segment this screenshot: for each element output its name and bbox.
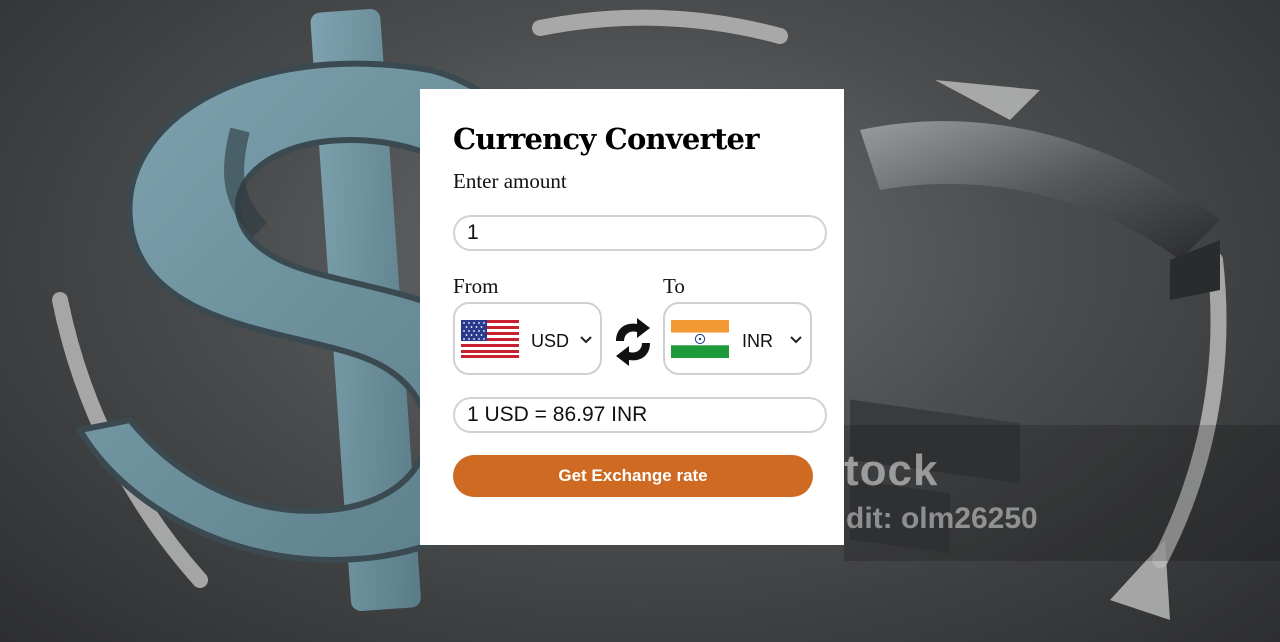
india-flag-icon — [671, 320, 729, 358]
exchange-result: 1 USD = 86.97 INR — [453, 397, 827, 433]
watermark-credit: dit: olm26250 — [846, 502, 1038, 535]
currency-selector-row: From To USD INR — [453, 271, 812, 375]
amount-label: Enter amount — [453, 169, 567, 193]
converter-card: Currency Converter Enter amount From To — [420, 89, 844, 545]
from-label: From — [453, 274, 499, 298]
from-currency-select[interactable]: USD — [453, 302, 602, 375]
page-title: Currency Converter — [453, 122, 759, 156]
amount-input[interactable] — [453, 215, 827, 251]
from-currency-code: USD — [531, 331, 570, 351]
to-currency-select[interactable]: INR — [663, 302, 812, 375]
chevron-down-icon — [790, 336, 802, 344]
to-currency-code: INR — [742, 331, 773, 351]
swap-arrows-icon[interactable] — [610, 314, 656, 370]
watermark-brand: tock — [844, 446, 939, 495]
get-exchange-rate-button[interactable]: Get Exchange rate — [453, 455, 813, 497]
us-flag-icon — [461, 320, 519, 358]
chevron-down-icon — [580, 336, 592, 344]
to-label: To — [663, 274, 685, 298]
